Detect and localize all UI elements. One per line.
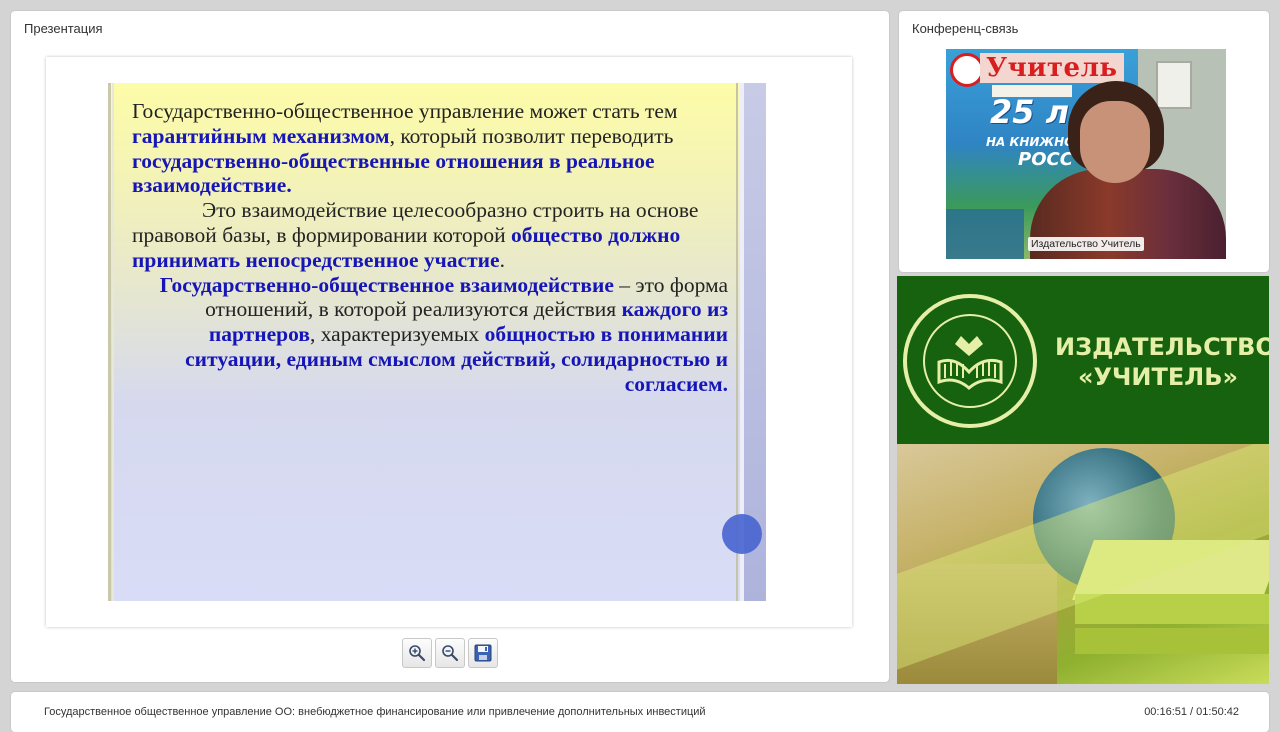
video-feed[interactable]: Учитель 25 лет НА КНИЖНОМ Р РОСС Издател…: [946, 49, 1226, 259]
conference-panel: Конференц-связь Учитель 25 лет НА КНИЖНО…: [899, 11, 1269, 272]
zoom-out-button[interactable]: [435, 638, 465, 668]
slide-text: Государственно-общественное управление м…: [132, 99, 730, 397]
slide-left-border: [108, 83, 111, 601]
slide-bold-run: государственно-общественные отношения в …: [132, 148, 655, 198]
conference-panel-title: Конференц-связь: [912, 21, 1019, 36]
slide: Государственно-общественное управление м…: [108, 83, 766, 601]
slide-bold-run: гарантийным механизмом: [132, 123, 390, 148]
slide-paragraph-1: Государственно-общественное управление м…: [132, 99, 730, 198]
brand-name-line-1: ИЗДАТЕЛЬСТВО: [1055, 333, 1269, 361]
slide-bold-run: Государственно-общественное взаимодейств…: [159, 272, 614, 297]
wall-certificate: [1156, 61, 1192, 109]
slide-frame: Государственно-общественное управление м…: [46, 57, 852, 627]
slide-text-run: , который позволит переводить: [389, 123, 674, 148]
brand-logo-inner-ring: [923, 314, 1017, 408]
zoom-out-icon: [442, 645, 459, 662]
zoom-in-icon: [409, 645, 426, 662]
webinar-title: Государственное общественное управление …: [44, 706, 706, 718]
poster-logo: [950, 53, 984, 87]
books-stack-right-lower: [1075, 628, 1269, 654]
brand-name: ИЗДАТЕЛЬСТВО «УЧИТЕЛЬ»: [1055, 332, 1269, 392]
slide-paragraph-2: Это взаимодействие целесообразно строить…: [132, 198, 730, 272]
slide-text-run: .: [499, 247, 505, 272]
save-icon: [474, 644, 492, 662]
brand-banner-photo: [897, 444, 1269, 684]
brand-banner: ИЗДАТЕЛЬСТВО «УЧИТЕЛЬ»: [897, 276, 1269, 684]
brand-name-line-2: «УЧИТЕЛЬ»: [1078, 363, 1238, 391]
footer-bar: Государственное общественное управление …: [11, 692, 1269, 732]
poster-info-block: [946, 209, 1024, 259]
save-button[interactable]: [468, 638, 498, 668]
open-book-icon: [937, 336, 1003, 390]
slide-paragraph-3: Государственно-общественное взаимодейств…: [132, 273, 730, 397]
books-stack-right: [1075, 594, 1269, 624]
presentation-panel-title: Презентация: [24, 21, 103, 36]
slide-text-run: Государственно-общественное управление м…: [132, 99, 678, 123]
video-label: Издательство Учитель: [1028, 237, 1144, 251]
laser-pointer: [722, 514, 762, 554]
zoom-in-button[interactable]: [402, 638, 432, 668]
poster-title: Учитель: [980, 53, 1124, 83]
slide-left-border-inner: [112, 83, 114, 601]
playback-time: 00:16:51 / 01:50:42: [1144, 706, 1239, 718]
presentation-panel: Презентация Государственно-общественное …: [11, 11, 889, 682]
slide-text-run: , характеризуемых: [309, 322, 485, 347]
brand-logo: [903, 294, 1037, 428]
speaker-face: [1080, 101, 1150, 183]
brand-banner-top: ИЗДАТЕЛЬСТВО «УЧИТЕЛЬ»: [897, 276, 1269, 444]
poster-line-2: РОСС: [1018, 149, 1073, 170]
